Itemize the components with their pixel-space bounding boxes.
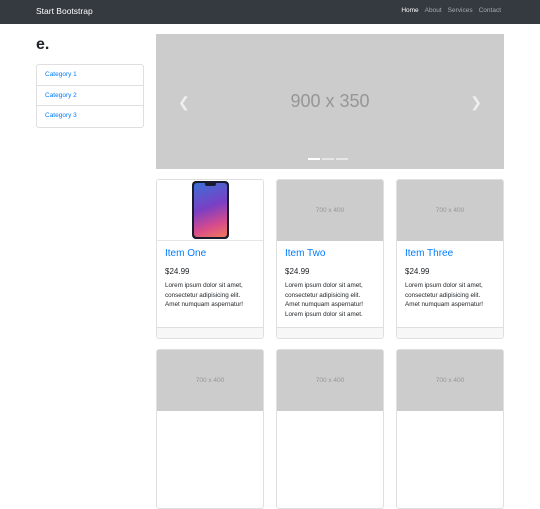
- product-card-1: Item One $24.99 Lorem ipsum dolor sit am…: [156, 179, 264, 339]
- card-footer-2: [277, 327, 383, 338]
- category-item-3[interactable]: Category 3: [37, 106, 143, 127]
- carousel-placeholder-text: 900 x 350: [290, 91, 370, 111]
- carousel-indicators: [308, 158, 348, 160]
- product-description-3: Lorem ipsum dolor sit amet, consectetur …: [405, 282, 484, 308]
- chevron-right-icon[interactable]: ❯: [470, 94, 482, 111]
- product-title-1[interactable]: Item One: [165, 248, 255, 259]
- product-image-6[interactable]: 700 x 400: [397, 350, 503, 411]
- product-description-1: Lorem ipsum dolor sit amet, consectetur …: [165, 282, 244, 308]
- chevron-left-icon[interactable]: ❮: [178, 94, 190, 111]
- product-image-5[interactable]: 700 x 400: [277, 350, 383, 411]
- category-list: Category 1 Category 2 Category 3: [36, 64, 144, 129]
- product-image-3[interactable]: 700 x 400: [397, 180, 503, 241]
- card-footer-3: [397, 327, 503, 338]
- product-title-3[interactable]: Item Three: [405, 248, 495, 259]
- nav-link-about[interactable]: About: [425, 7, 442, 14]
- hero-carousel: 900 x 350 ❮ ❯: [156, 34, 504, 169]
- product-description-2: Lorem ipsum dolor sit amet, consectetur …: [285, 282, 364, 318]
- product-price-2: $24.99: [285, 267, 310, 276]
- product-card-6: 700 x 400: [396, 349, 504, 509]
- carousel-indicator-1[interactable]: [308, 158, 320, 160]
- carousel-indicator-2[interactable]: [322, 158, 334, 160]
- product-image-4[interactable]: 700 x 400: [157, 350, 263, 411]
- product-title-2[interactable]: Item Two: [285, 248, 375, 259]
- product-card-3: 700 x 400 Item Three $24.99 Lorem ipsum …: [396, 179, 504, 339]
- product-price-1: $24.99: [165, 267, 190, 276]
- product-card-5: 700 x 400: [276, 349, 384, 509]
- shop-title: e.: [36, 36, 50, 53]
- category-item-1[interactable]: Category 1: [37, 65, 143, 86]
- navbar-brand[interactable]: Start Bootstrap: [36, 6, 93, 16]
- product-price-3: $24.99: [405, 267, 430, 276]
- card-footer-1: [157, 327, 263, 338]
- nav-link-services[interactable]: Services: [448, 7, 473, 14]
- category-item-2[interactable]: Category 2: [37, 86, 143, 107]
- product-card-4: 700 x 400: [156, 349, 264, 509]
- nav-link-contact[interactable]: Contact: [479, 7, 501, 14]
- top-navbar: Start Bootstrap Home About Services Cont…: [0, 0, 540, 24]
- product-image-2[interactable]: 700 x 400: [277, 180, 383, 241]
- product-image-1[interactable]: [157, 180, 263, 241]
- product-card-2: 700 x 400 Item Two $24.99 Lorem ipsum do…: [276, 179, 384, 339]
- smartphone-image: [191, 181, 229, 239]
- nav-link-home[interactable]: Home: [401, 7, 418, 14]
- carousel-indicator-3[interactable]: [336, 158, 348, 160]
- nav-links: Home About Services Contact: [401, 7, 501, 14]
